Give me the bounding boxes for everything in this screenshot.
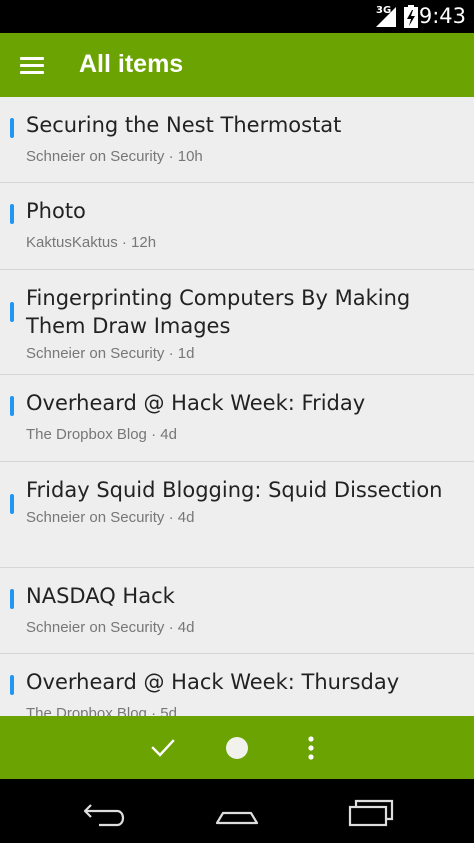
item-title: Friday Squid Blogging: Squid Dissection [26,478,443,502]
item-meta: The Dropbox Blog · 4d [26,426,177,443]
item-title: Securing the Nest Thermostat [26,113,342,137]
item-title: Fingerprinting Computers By Making Them … [26,286,411,338]
item-meta: The Dropbox Blog · 5d [26,705,177,716]
app-bar: All items [0,33,474,97]
feed-list[interactable]: Securing the Nest Thermostat Schneier on… [0,97,474,716]
home-icon[interactable] [209,795,265,829]
unread-indicator [10,494,14,514]
list-item[interactable]: Securing the Nest Thermostat Schneier on… [0,97,474,183]
recents-icon[interactable] [342,795,398,829]
checkmark-icon[interactable] [145,730,181,766]
item-meta: Schneier on Security · 10h [26,148,203,165]
list-item[interactable]: Friday Squid Blogging: Squid Dissection … [0,462,474,568]
status-bar: 3G 9:43 [0,0,474,33]
hamburger-menu-icon[interactable] [16,51,48,79]
unread-indicator [10,675,14,695]
list-item[interactable]: Photo KaktusKaktus · 12h [0,183,474,270]
bottom-action-bar [0,716,474,779]
unread-indicator [10,396,14,416]
item-title: Overheard @ Hack Week: Thursday [26,670,400,694]
list-item[interactable]: Overheard @ Hack Week: Thursday The Drop… [0,654,474,716]
back-icon[interactable] [77,795,133,829]
unread-indicator [10,118,14,138]
unread-indicator [10,589,14,609]
page-title: All items [79,50,184,78]
item-title: Photo [26,199,86,223]
unread-indicator [10,204,14,224]
system-nav-bar [0,779,474,843]
circle-icon[interactable] [219,730,255,766]
item-meta: Schneier on Security · 4d [26,509,195,526]
more-vertical-icon[interactable] [293,730,329,766]
item-meta: KaktusKaktus · 12h [26,234,157,251]
unread-indicator [10,302,14,322]
list-item[interactable]: Fingerprinting Computers By Making Them … [0,270,474,375]
cell-signal-icon [376,7,396,27]
item-meta: Schneier on Security · 1d [26,345,195,362]
item-title: NASDAQ Hack [26,584,175,608]
item-title: Overheard @ Hack Week: Friday [26,391,366,415]
list-item[interactable]: Overheard @ Hack Week: Friday The Dropbo… [0,375,474,462]
battery-charging-icon [404,5,418,28]
clock: 9:43 [418,4,466,28]
item-meta: Schneier on Security · 4d [26,619,195,636]
list-item[interactable]: NASDAQ Hack Schneier on Security · 4d [0,568,474,654]
